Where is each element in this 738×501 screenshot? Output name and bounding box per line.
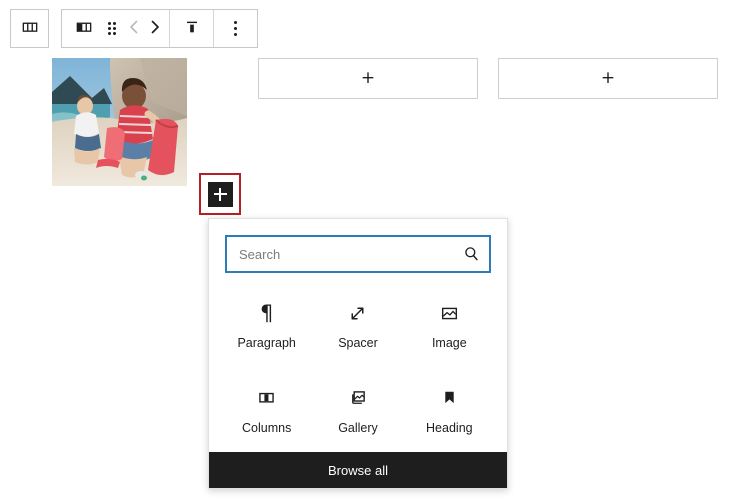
block-item-label: Spacer <box>338 336 378 350</box>
block-item-image[interactable]: Image <box>404 291 495 354</box>
block-type-columns-button[interactable] <box>10 9 49 48</box>
block-item-label: Paragraph <box>237 336 296 350</box>
columns-block-content: + + <box>52 58 726 186</box>
heading-icon <box>439 386 460 410</box>
move-left-button[interactable] <box>124 10 144 47</box>
columns-icon <box>256 386 277 410</box>
browse-all-button[interactable]: Browse all <box>209 452 507 488</box>
drag-handle-button[interactable] <box>100 10 124 47</box>
image-block[interactable] <box>52 58 187 186</box>
drag-handle-icon <box>108 22 116 35</box>
add-block-button[interactable] <box>207 181 233 207</box>
add-block-highlight <box>199 173 241 215</box>
block-item-label: Image <box>431 336 467 350</box>
gallery-icon <box>347 386 368 410</box>
column-placeholder-2[interactable]: + <box>498 58 718 99</box>
chevron-left-icon <box>128 19 141 38</box>
image-icon <box>439 301 460 325</box>
beach-cleanup-photo <box>52 58 187 186</box>
block-item-label: Heading <box>426 420 473 435</box>
block-item-columns[interactable]: Columns <box>221 376 312 439</box>
plus-icon: + <box>600 68 616 88</box>
columns-icon <box>20 17 40 40</box>
toolbar-segment-align <box>169 10 213 47</box>
more-options-icon <box>234 21 237 36</box>
vertical-align-top-button[interactable] <box>175 10 208 47</box>
column-layout-icon <box>74 17 94 40</box>
column-layout-button[interactable] <box>67 10 100 47</box>
block-item-spacer[interactable]: Spacer <box>312 291 403 354</box>
block-inserter-popover: ¶ Paragraph Spacer Image <box>208 218 508 489</box>
paragraph-icon: ¶ <box>259 300 274 325</box>
block-toolbar-group <box>61 9 258 48</box>
search-icon <box>463 246 480 263</box>
plus-icon: + <box>360 68 376 88</box>
search-input[interactable] <box>227 237 489 271</box>
more-options-button[interactable] <box>219 10 252 47</box>
block-item-gallery[interactable]: Gallery <box>312 376 403 439</box>
block-toolbar <box>10 9 258 48</box>
block-item-heading[interactable]: Heading <box>404 376 495 439</box>
block-item-label: Columns <box>242 420 292 435</box>
search-box[interactable] <box>225 235 491 273</box>
column-placeholder-1[interactable]: + <box>258 58 478 99</box>
spacer-icon <box>347 301 368 325</box>
align-top-icon <box>182 17 202 40</box>
toolbar-segment-layout <box>62 10 169 47</box>
toolbar-segment-options <box>213 10 257 47</box>
block-item-label: Gallery <box>338 420 378 435</box>
block-type-grid: ¶ Paragraph Spacer Image Columns Gallery… <box>209 279 507 452</box>
move-right-button[interactable] <box>144 10 164 47</box>
block-item-paragraph[interactable]: ¶ Paragraph <box>221 291 312 354</box>
chevron-right-icon <box>148 19 161 38</box>
inserter-search-area <box>209 219 507 279</box>
